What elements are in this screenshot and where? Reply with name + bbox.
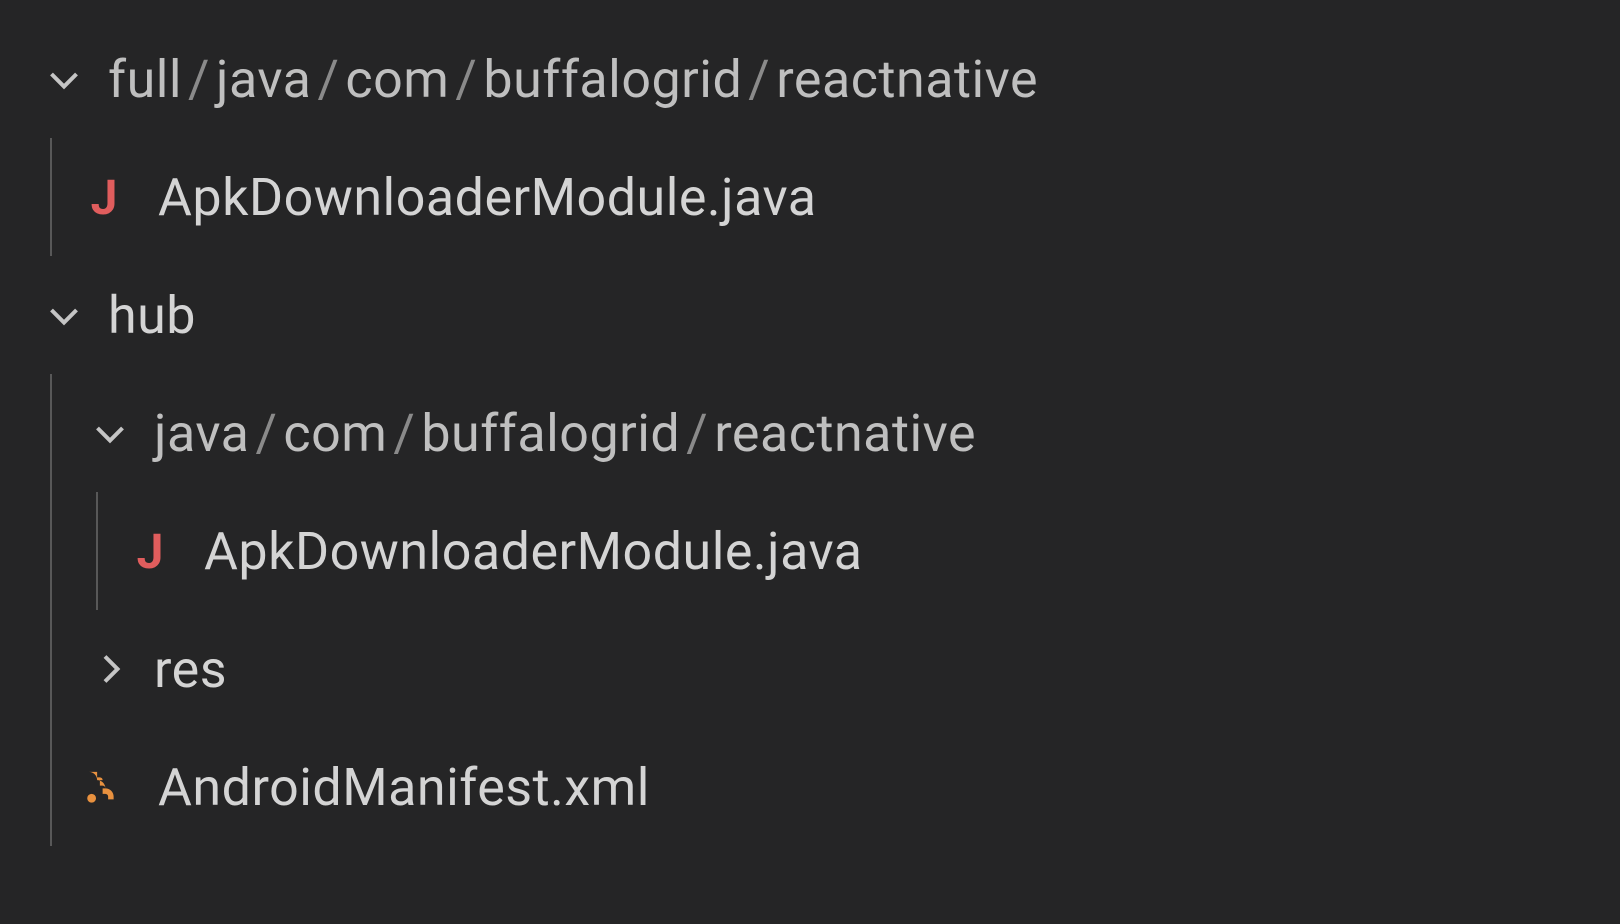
- folder-row-full-path[interactable]: full/java/com/buffalogrid/reactnative: [0, 20, 1620, 138]
- chevron-down-icon: [88, 411, 132, 455]
- java-file-icon: J: [128, 523, 172, 579]
- folder-row-res[interactable]: res: [0, 610, 1620, 728]
- java-file-icon: J: [82, 169, 126, 225]
- chevron-down-icon: [42, 293, 86, 337]
- folder-row-java-path[interactable]: java/com/buffalogrid/reactnative: [0, 374, 1620, 492]
- file-name-label: ApkDownloaderModule.java: [204, 521, 863, 582]
- file-name-label: ApkDownloaderModule.java: [158, 167, 817, 228]
- folder-path-label: java/com/buffalogrid/reactnative: [154, 403, 976, 464]
- file-row-apk-downloader-1[interactable]: J ApkDownloaderModule.java: [0, 138, 1620, 256]
- xml-file-icon: [82, 759, 126, 815]
- folder-label: res: [154, 639, 227, 700]
- chevron-down-icon: [42, 57, 86, 101]
- file-row-apk-downloader-2[interactable]: J ApkDownloaderModule.java: [0, 492, 1620, 610]
- chevron-right-icon: [88, 647, 132, 691]
- file-row-android-manifest[interactable]: AndroidManifest.xml: [0, 728, 1620, 846]
- file-name-label: AndroidManifest.xml: [158, 757, 650, 818]
- folder-path-label: full/java/com/buffalogrid/reactnative: [108, 49, 1038, 110]
- folder-row-hub[interactable]: hub: [0, 256, 1620, 374]
- file-tree: full/java/com/buffalogrid/reactnative J …: [0, 20, 1620, 846]
- folder-label: hub: [108, 285, 196, 346]
